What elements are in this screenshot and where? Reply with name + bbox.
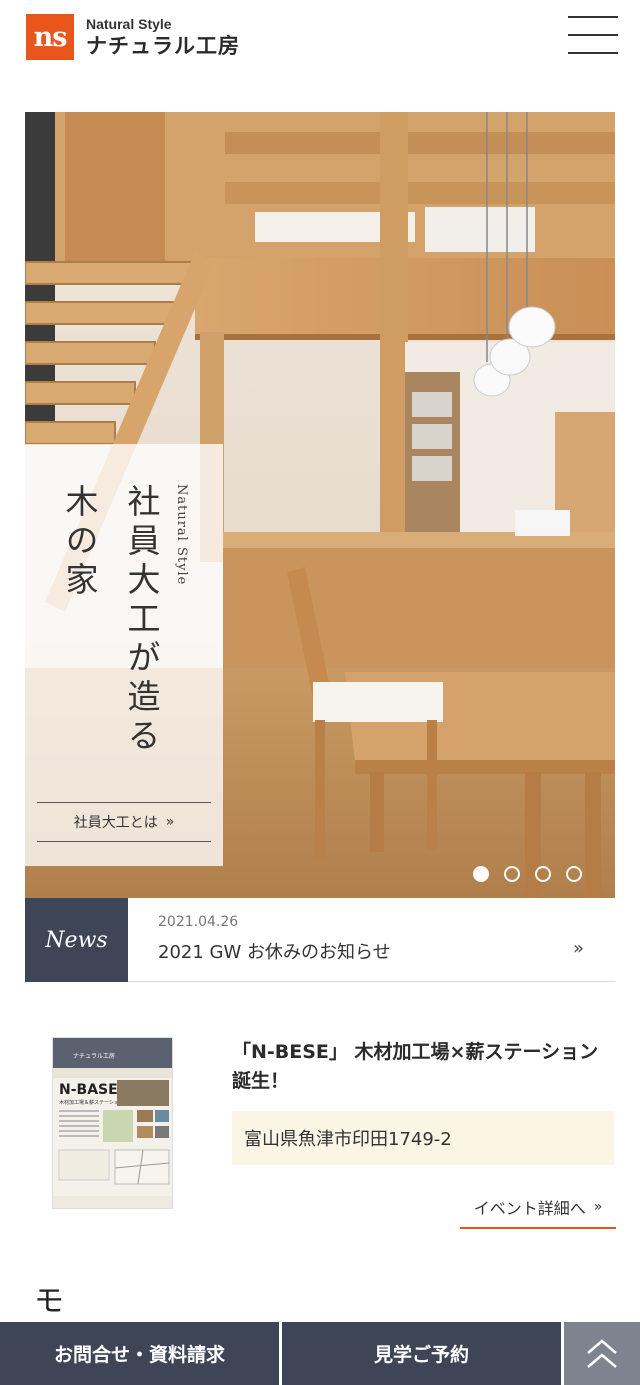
slider-dot-3[interactable] bbox=[535, 866, 551, 882]
event-flyer-image[interactable]: ナチュラル工房 N-BASE 木材加工場＆薪ステーション bbox=[52, 1037, 173, 1209]
contact-request-button[interactable]: お問合せ・資料請求 bbox=[0, 1322, 279, 1385]
back-to-top-button[interactable] bbox=[564, 1322, 640, 1385]
logo-text: Natural Style ナチュラル工房 bbox=[86, 17, 240, 57]
event-title[interactable]: 「N-BESE」 木材加工場×薪ステーション 誕生！ bbox=[232, 1038, 617, 1095]
news-title: 2021 GW お休みのお知らせ bbox=[158, 942, 391, 963]
menu-line bbox=[568, 52, 618, 54]
carpenter-info-button[interactable]: 社員大工とは » bbox=[37, 802, 211, 842]
news-label: News bbox=[25, 898, 128, 982]
news-date: 2021.04.26 bbox=[158, 914, 239, 930]
hero-catch-line2: 木の家 bbox=[60, 484, 99, 601]
logo-mark: ns bbox=[26, 14, 74, 60]
slider-dot-4[interactable] bbox=[566, 866, 582, 882]
site-logo[interactable]: ns Natural Style ナチュラル工房 bbox=[26, 14, 240, 60]
event-detail-link[interactable]: イベント詳細へ » bbox=[460, 1187, 616, 1229]
flyer-title: N-BASE bbox=[59, 1082, 118, 1098]
hero-catch-panel: Natural Style 社員大工が造る 木の家 社員大工とは » bbox=[25, 444, 223, 866]
slider-pagination bbox=[473, 866, 582, 882]
double-chevron-right-icon: » bbox=[573, 938, 585, 959]
news-item[interactable]: News 2021.04.26 2021 GW お休みのお知らせ » bbox=[25, 898, 615, 982]
hero-catch-line1: 社員大工が造る bbox=[122, 484, 161, 757]
logo-en: Natural Style bbox=[86, 16, 172, 33]
visit-reservation-button[interactable]: 見学ご予約 bbox=[282, 1322, 561, 1385]
double-chevron-right-icon: » bbox=[593, 1199, 603, 1215]
section-heading: モ bbox=[34, 1284, 64, 1319]
flyer-brand: ナチュラル工房 bbox=[73, 1052, 115, 1060]
double-chevron-right-icon: » bbox=[165, 814, 175, 830]
menu-line bbox=[568, 16, 618, 18]
double-chevron-up-icon bbox=[587, 1338, 617, 1368]
hero-en-label: Natural Style bbox=[174, 484, 189, 586]
flyer-subtitle: 木材加工場＆薪ステーション bbox=[59, 1099, 124, 1106]
event-detail-label: イベント詳細へ bbox=[473, 1199, 586, 1218]
event-flyer: ナチュラル工房 N-BASE 木材加工場＆薪ステーション bbox=[53, 1038, 172, 1208]
slider-dot-2[interactable] bbox=[504, 866, 520, 882]
hero-slider[interactable]: Natural Style 社員大工が造る 木の家 社員大工とは » bbox=[25, 112, 615, 898]
carpenter-info-label: 社員大工とは bbox=[73, 815, 158, 831]
event-address: 富山県魚津市印田1749-2 bbox=[232, 1111, 614, 1165]
menu-line bbox=[568, 34, 618, 36]
bottom-action-bar: お問合せ・資料請求 見学ご予約 bbox=[0, 1322, 640, 1385]
slider-dot-1[interactable] bbox=[473, 866, 489, 882]
logo-jp: ナチュラル工房 bbox=[86, 33, 240, 58]
hamburger-menu-icon[interactable] bbox=[568, 14, 618, 56]
